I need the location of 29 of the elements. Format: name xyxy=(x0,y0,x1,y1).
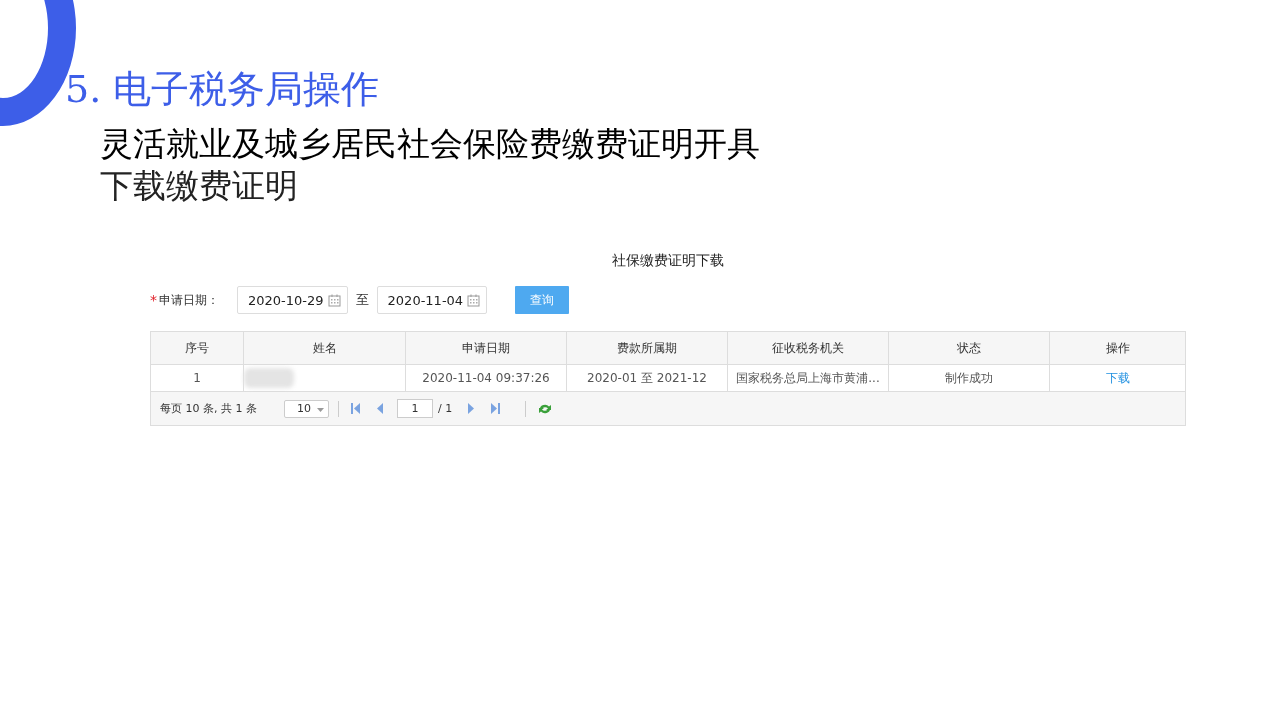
range-separator: 至 xyxy=(355,291,369,309)
column-header: 姓名 xyxy=(244,332,406,365)
date-field[interactable]: 2020-11-04 xyxy=(376,286,488,314)
download-link[interactable]: 下载 xyxy=(1105,369,1130,387)
field-label: 申请日期： xyxy=(159,291,219,309)
date-field[interactable]: 2020-10-29 xyxy=(237,286,348,314)
last-page-icon[interactable] xyxy=(490,403,501,414)
calendar-icon[interactable] xyxy=(467,293,481,307)
column-header: 操作 xyxy=(1050,332,1185,365)
column-header: 征收税务机关 xyxy=(728,332,889,365)
slide-title: 5. 电子税务局操作 xyxy=(65,66,381,113)
page-summary: 每页 10 条, 共 1 条 xyxy=(160,401,258,416)
calendar-icon[interactable] xyxy=(327,293,341,307)
refresh-icon[interactable] xyxy=(538,402,553,415)
panel-title: 社保缴费证明下载 xyxy=(612,251,724,270)
column-header: 费款所属期 xyxy=(567,332,728,365)
step-heading: 下载缴费证明 xyxy=(100,166,299,206)
slide-subtitle: 灵活就业及城乡居民社会保险费缴费证明开具 xyxy=(100,123,761,165)
page-input[interactable]: 1 xyxy=(397,399,433,418)
page-total: / 1 xyxy=(438,402,453,415)
blurred-name xyxy=(244,368,294,388)
column-header: 状态 xyxy=(889,332,1050,365)
next-page-icon[interactable] xyxy=(468,403,475,414)
column-header: 申请日期 xyxy=(406,332,567,365)
first-page-icon[interactable] xyxy=(351,403,361,414)
required-mark: * xyxy=(150,292,157,308)
column-header: 序号 xyxy=(151,332,244,365)
previous-page-icon[interactable] xyxy=(377,403,383,414)
page-size-select[interactable]: 10 xyxy=(284,399,329,418)
